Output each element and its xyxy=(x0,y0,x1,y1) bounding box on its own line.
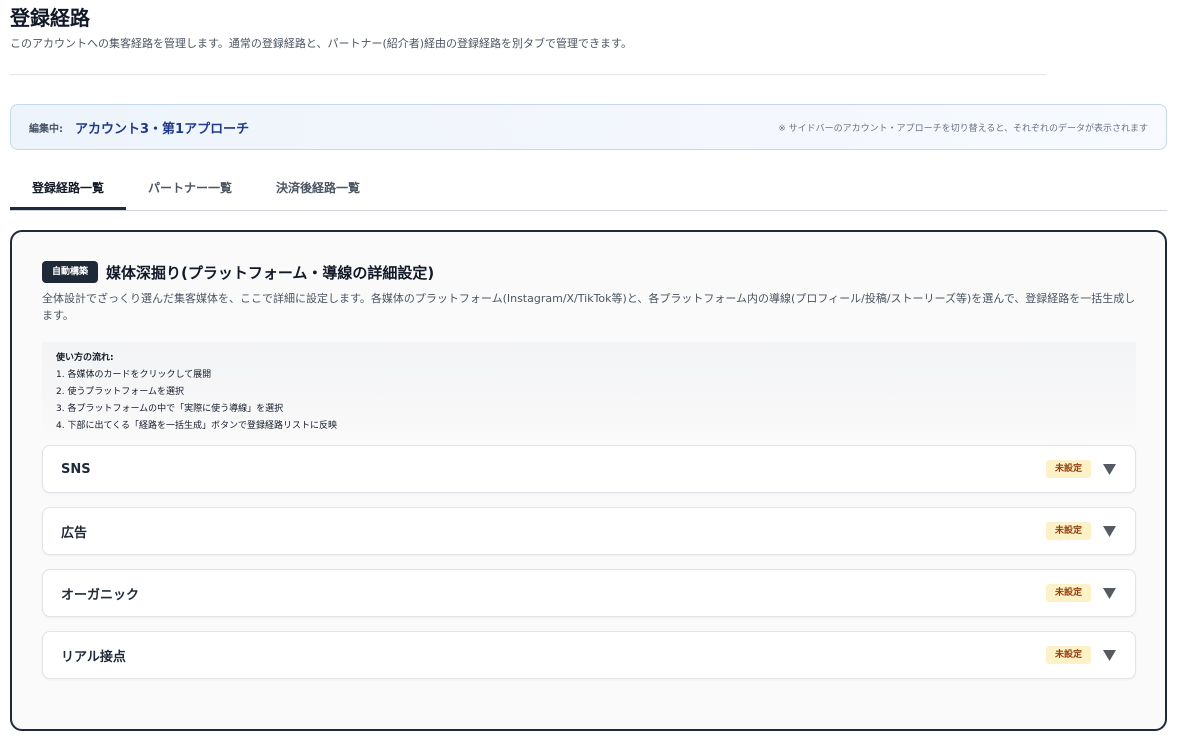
chevron-down-icon[interactable] xyxy=(1101,647,1117,663)
auto-build-badge: 自動構築 xyxy=(42,261,99,283)
category-card-offline[interactable]: リアル接点 未設定 xyxy=(42,631,1136,679)
status-badge: 未設定 xyxy=(1045,460,1091,478)
category-name: リアル接点 xyxy=(61,649,126,665)
page-title: 登録経路 xyxy=(10,6,90,30)
section-description: 全体設計でざっくり選んだ集客媒体を、ここで詳細に設定します。各媒体のプラットフォ… xyxy=(42,292,1136,322)
category-name: オーガニック xyxy=(61,587,140,603)
tab-registration-routes[interactable]: 登録経路一覧 xyxy=(10,168,127,210)
chevron-down-icon[interactable] xyxy=(1101,461,1117,477)
tab-bar: 登録経路一覧 パートナー一覧 決済後経路一覧 xyxy=(10,168,1167,211)
status-badge: 未設定 xyxy=(1045,584,1091,602)
editing-banner: 編集中: アカウント3・第1アプローチ ※ サイドバーのアカウント・アプローチを… xyxy=(10,104,1167,150)
section-title: 媒体深掘り(プラットフォーム・導線の詳細設定) xyxy=(106,263,435,282)
status-badge: 未設定 xyxy=(1045,522,1091,540)
media-category-list: SNS 未設定 広告 未設定 オーガニック 未設定 リアル接点 未設定 xyxy=(42,445,1136,679)
category-name: 広告 xyxy=(61,525,88,541)
howto-step: 4. 下部に出てくる「経路を一括生成」ボタンで登録経路リストに反映 xyxy=(56,421,337,431)
tab-post-payment-routes[interactable]: 決済後経路一覧 xyxy=(254,168,382,210)
media-deepdive-card: 自動構築 媒体深掘り(プラットフォーム・導線の詳細設定) 全体設計でざっくり選ん… xyxy=(10,230,1167,731)
category-name: SNS xyxy=(61,461,91,477)
howto-step: 3. 各プラットフォームの中で「実際に使う導線」を選択 xyxy=(56,404,284,414)
category-card-organic[interactable]: オーガニック 未設定 xyxy=(42,569,1136,617)
editing-account-name: アカウント3・第1アプローチ xyxy=(75,121,250,137)
howto-step: 1. 各媒体のカードをクリックして展開 xyxy=(56,370,212,380)
status-badge: 未設定 xyxy=(1045,646,1091,664)
editing-note: ※ サイドバーのアカウント・アプローチを切り替えると、それぞれのデータが表示され… xyxy=(778,123,1148,134)
category-card-ads[interactable]: 広告 未設定 xyxy=(42,507,1136,555)
chevron-down-icon[interactable] xyxy=(1101,523,1117,539)
howto-box: 使い方の流れ: 1. 各媒体のカードをクリックして展開 2. 使うプラットフォー… xyxy=(42,342,1136,442)
editing-label: 編集中: xyxy=(29,123,63,135)
tab-partners[interactable]: パートナー一覧 xyxy=(126,168,254,210)
section-header: 自動構築 媒体深掘り(プラットフォーム・導線の詳細設定) xyxy=(42,260,1135,284)
howto-step: 2. 使うプラットフォームを選択 xyxy=(56,387,184,397)
howto-title: 使い方の流れ: xyxy=(56,353,114,363)
chevron-down-icon[interactable] xyxy=(1101,585,1117,601)
category-card-sns[interactable]: SNS 未設定 xyxy=(42,445,1136,493)
page-header: 登録経路 このアカウントへの集客経路を管理します。通常の登録経路と、パートナー(… xyxy=(10,4,1046,75)
page-description: このアカウントへの集客経路を管理します。通常の登録経路と、パートナー(紹介者)経… xyxy=(10,37,632,50)
